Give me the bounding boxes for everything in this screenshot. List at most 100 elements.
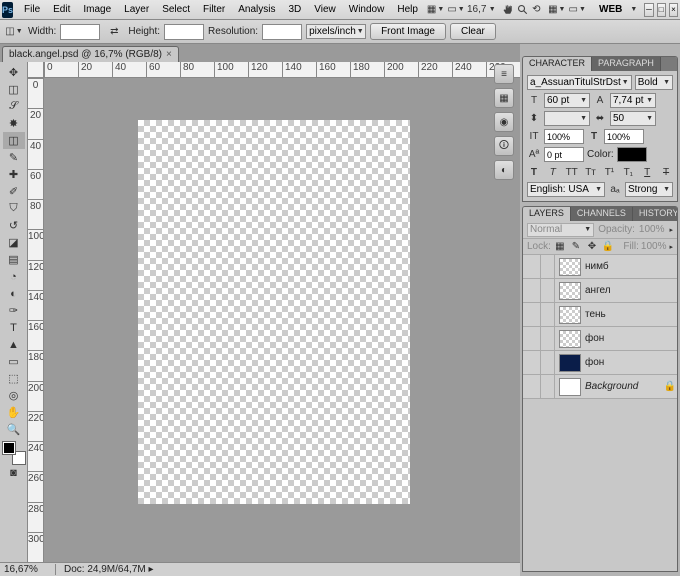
quick-select-tool[interactable]: ✸	[3, 115, 25, 132]
color-panel-icon[interactable]: ◉	[494, 112, 514, 132]
blur-tool[interactable]: ◔	[3, 268, 25, 285]
foreground-swatch[interactable]	[3, 442, 15, 454]
tab-channels[interactable]: CHANNELS	[571, 207, 633, 221]
arrange-icon[interactable]: ▦▼	[548, 1, 565, 19]
menu-help[interactable]: Help	[391, 2, 424, 17]
underline-icon[interactable]: T	[640, 165, 654, 179]
visibility-toggle[interactable]	[523, 303, 541, 327]
3d-tool[interactable]: ⬚	[3, 370, 25, 387]
strikethrough-icon[interactable]: T	[659, 165, 673, 179]
visibility-toggle[interactable]	[523, 375, 541, 399]
units-select[interactable]: pixels/inch▼	[306, 24, 366, 39]
menu-file[interactable]: File	[18, 2, 46, 17]
layer-thumbnail[interactable]	[559, 258, 581, 276]
quick-mask-toggle[interactable]: ◙	[3, 464, 25, 481]
tab-history[interactable]: HISTORY	[633, 207, 678, 221]
layer-row[interactable]: нимб	[523, 255, 677, 279]
layer-row[interactable]: Background🔒	[523, 375, 677, 399]
layer-thumbnail[interactable]	[559, 306, 581, 324]
minimize-button[interactable]: ─	[644, 3, 653, 17]
dodge-tool[interactable]: ◐	[3, 285, 25, 302]
stamp-tool[interactable]: ⛉	[3, 200, 25, 217]
menu-edit[interactable]: Edit	[47, 2, 76, 17]
subscript-icon[interactable]: T₁	[621, 165, 635, 179]
menu-view[interactable]: View	[308, 2, 342, 17]
menu-window[interactable]: Window	[343, 2, 391, 17]
zoom-icon[interactable]	[517, 1, 529, 19]
tab-character[interactable]: CHARACTER	[523, 57, 592, 71]
layer-name[interactable]: тень	[585, 309, 677, 320]
brush-tool[interactable]: ✐	[3, 183, 25, 200]
visibility-toggle[interactable]	[523, 255, 541, 279]
width-input[interactable]	[60, 24, 100, 40]
layer-row[interactable]: ангел	[523, 279, 677, 303]
fill-value[interactable]: 100%	[641, 241, 667, 252]
close-tab-icon[interactable]: ×	[166, 49, 172, 60]
ruler-vertical[interactable]: 0204060801001201401601802002202402602803…	[28, 78, 44, 562]
workspace-switcher[interactable]: WEB	[593, 2, 628, 17]
resolution-input[interactable]	[262, 24, 302, 40]
ruler-origin[interactable]	[28, 62, 44, 78]
screen-mode-icon[interactable]: ▭▼	[568, 1, 585, 19]
menu-3d[interactable]: 3D	[282, 2, 307, 17]
menu-image[interactable]: Image	[77, 2, 117, 17]
visibility-toggle[interactable]	[523, 327, 541, 351]
menu-select[interactable]: Select	[156, 2, 196, 17]
layer-name[interactable]: Background	[585, 381, 663, 392]
language-select[interactable]: English: USA▼	[527, 182, 605, 197]
hscale-input[interactable]	[604, 129, 644, 144]
maximize-button[interactable]: □	[657, 3, 666, 17]
swatches-panel-icon[interactable]: ▦	[494, 88, 514, 108]
height-input[interactable]	[164, 24, 204, 40]
visibility-toggle[interactable]	[523, 279, 541, 303]
ruler-horizontal[interactable]: 020406080100120140160180200220240260	[44, 62, 520, 78]
adjustments-panel-icon[interactable]: ◐	[494, 160, 514, 180]
shape-tool[interactable]: ▭	[3, 353, 25, 370]
lock-pixels-icon[interactable]: ▦	[553, 240, 567, 254]
layer-name[interactable]: ангел	[585, 285, 677, 296]
superscript-icon[interactable]: T¹	[603, 165, 617, 179]
layer-thumbnail[interactable]	[559, 378, 581, 396]
color-swatches[interactable]	[3, 442, 25, 464]
eyedropper-tool[interactable]: ✎	[3, 149, 25, 166]
menu-filter[interactable]: Filter	[197, 2, 231, 17]
layer-row[interactable]: фон	[523, 327, 677, 351]
baseline-input[interactable]	[544, 147, 584, 162]
layer-thumbnail[interactable]	[559, 354, 581, 372]
hand-icon[interactable]	[502, 1, 514, 19]
swap-icon[interactable]: ⇄	[105, 23, 123, 41]
tracking-select[interactable]: 50▼	[610, 111, 656, 126]
layer-row[interactable]: тень	[523, 303, 677, 327]
text-color-swatch[interactable]	[617, 147, 647, 162]
font-weight-select[interactable]: Bold▼	[635, 75, 673, 90]
launch-bridge-icon[interactable]: ▦▼	[427, 1, 444, 19]
menu-layer[interactable]: Layer	[118, 2, 155, 17]
antialias-select[interactable]: Strong▼	[625, 182, 673, 197]
document-tab[interactable]: black.angel.psd @ 16,7% (RGB/8) ×	[2, 46, 179, 62]
close-button[interactable]: ×	[669, 3, 678, 17]
menu-analysis[interactable]: Analysis	[232, 2, 281, 17]
path-select-tool[interactable]: ▲	[3, 336, 25, 353]
layer-row[interactable]: фон	[523, 351, 677, 375]
hand-tool[interactable]: ✋	[3, 404, 25, 421]
eraser-tool[interactable]: ◪	[3, 234, 25, 251]
layer-name[interactable]: фон	[585, 333, 677, 344]
opacity-value[interactable]: 100%	[639, 224, 665, 235]
lock-icon[interactable]: 🔒	[601, 240, 615, 254]
document-canvas[interactable]	[138, 120, 410, 504]
front-image-button[interactable]: Front Image	[370, 23, 446, 40]
faux-bold-icon[interactable]: T	[527, 165, 541, 179]
view-extras-icon[interactable]: ▭▼	[447, 1, 464, 19]
blend-mode-select[interactable]: Normal▼	[527, 223, 594, 237]
crop-tool[interactable]: ◫	[3, 132, 25, 149]
pen-tool[interactable]: ✑	[3, 302, 25, 319]
history-panel-icon[interactable]: ≡	[494, 64, 514, 84]
tab-layers[interactable]: LAYERS	[523, 207, 571, 221]
healing-tool[interactable]: ✚	[3, 166, 25, 183]
allcaps-icon[interactable]: TT	[565, 165, 579, 179]
smallcaps-icon[interactable]: Tᴛ	[584, 165, 598, 179]
zoom-tool[interactable]: 🔍	[3, 421, 25, 438]
leading-select[interactable]: 7,74 pt▼	[610, 93, 656, 108]
zoom-field[interactable]: 16,67%	[0, 564, 56, 575]
lock-all-icon[interactable]: ✥	[585, 240, 599, 254]
